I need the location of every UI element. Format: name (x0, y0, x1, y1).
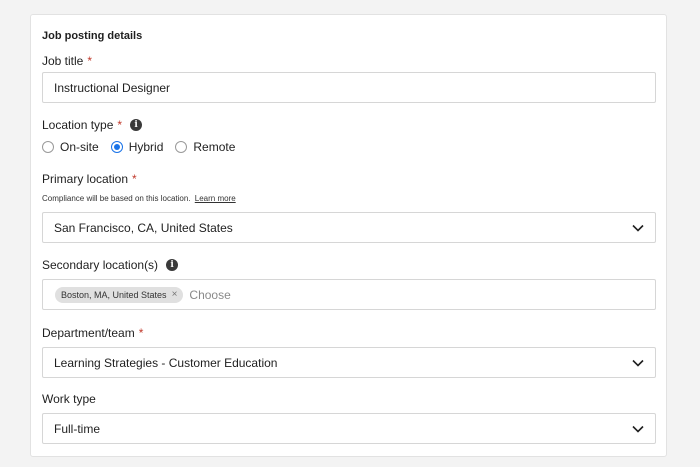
job-title-label: Job title * (42, 54, 93, 68)
required-marker: * (132, 172, 137, 186)
work-type-select[interactable]: Full-time (42, 413, 656, 444)
radio-remote[interactable]: Remote (175, 140, 235, 154)
location-type-label: Location type * i (42, 118, 143, 132)
primary-location-helper: Compliance will be based on this locatio… (42, 194, 236, 203)
radio-button[interactable] (42, 141, 54, 153)
close-icon[interactable]: × (172, 289, 178, 300)
secondary-location-label: Secondary location(s) i (42, 258, 179, 272)
required-marker: * (87, 54, 93, 68)
location-chip: Boston, MA, United States × (55, 286, 184, 303)
required-marker: * (117, 118, 123, 132)
radio-hybrid[interactable]: Hybrid (110, 140, 163, 154)
department-select[interactable]: Learning Strategies - Customer Education (42, 347, 656, 378)
job-posting-card: Job posting details Job title * Instruct… (30, 14, 667, 457)
info-icon[interactable]: i (166, 259, 179, 271)
location-type-radio-group: On-site Hybrid Remote (42, 140, 247, 154)
chevron-down-icon (632, 423, 644, 435)
radio-button-selected[interactable] (110, 141, 123, 153)
primary-location-label: Primary location * (42, 172, 137, 186)
chevron-down-icon (632, 357, 644, 369)
radio-on-site[interactable]: On-site (42, 140, 99, 154)
learn-more-link[interactable]: Learn more (195, 194, 236, 203)
secondary-location-multiselect[interactable]: Boston, MA, United States × Choose (42, 279, 656, 310)
work-type-label: Work type (42, 392, 96, 406)
secondary-location-placeholder: Choose (189, 287, 231, 302)
radio-button[interactable] (175, 141, 188, 153)
required-marker: * (138, 326, 144, 340)
primary-location-select[interactable]: San Francisco, CA, United States (42, 212, 656, 243)
department-label: Department/team * (42, 326, 144, 340)
section-title: Job posting details (42, 30, 143, 42)
info-icon[interactable]: i (130, 119, 143, 131)
chevron-down-icon (632, 222, 644, 234)
job-title-input[interactable]: Instructional Designer (42, 72, 656, 103)
